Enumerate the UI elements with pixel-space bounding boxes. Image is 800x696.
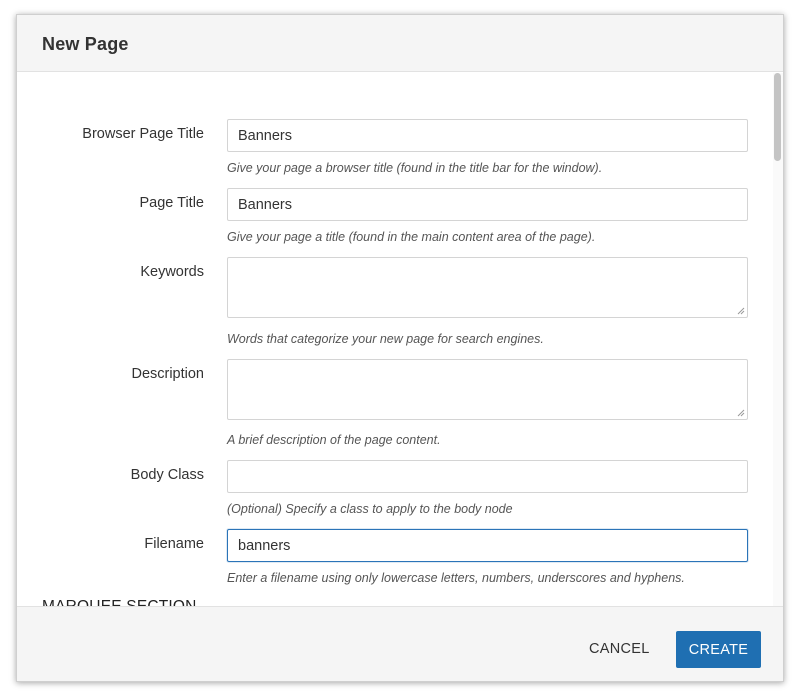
keywords-label: Keywords <box>140 264 204 280</box>
body-class-input[interactable] <box>227 460 748 493</box>
dialog-header: New Page <box>17 15 783 72</box>
body-class-label: Body Class <box>130 467 204 483</box>
description-textarea[interactable] <box>227 359 748 420</box>
resize-grip-icon[interactable] <box>737 409 745 417</box>
description-help: A brief description of the page content. <box>227 433 441 447</box>
filename-input[interactable] <box>227 529 748 562</box>
dialog-scrollbar[interactable] <box>773 73 783 606</box>
keywords-help: Words that categorize your new page for … <box>227 332 544 346</box>
dialog-title: New Page <box>42 34 129 54</box>
description-label: Description <box>131 366 204 382</box>
body-class-help: (Optional) Specify a class to apply to t… <box>227 502 513 516</box>
scrollbar-thumb[interactable] <box>774 73 781 161</box>
resize-grip-icon[interactable] <box>737 307 745 315</box>
page-title-input[interactable] <box>227 188 748 221</box>
browser-page-title-help: Give your page a browser title (found in… <box>227 161 603 175</box>
create-button[interactable]: CREATE <box>676 631 761 668</box>
dialog-body: Browser Page Title Give your page a brow… <box>17 73 783 606</box>
dialog-footer: CANCEL CREATE <box>17 606 783 681</box>
browser-page-title-input[interactable] <box>227 119 748 152</box>
keywords-textarea[interactable] <box>227 257 748 318</box>
new-page-dialog: New Page Browser Page Title Give your pa… <box>16 14 784 682</box>
marquee-section-title: MARQUEE SECTION <box>42 598 197 606</box>
page-title-label: Page Title <box>139 195 205 211</box>
filename-label: Filename <box>144 536 204 552</box>
cancel-button[interactable]: CANCEL <box>577 631 662 667</box>
page-title-help: Give your page a title (found in the mai… <box>227 230 596 244</box>
browser-page-title-label: Browser Page Title <box>82 126 204 142</box>
filename-help: Enter a filename using only lowercase le… <box>227 571 685 585</box>
